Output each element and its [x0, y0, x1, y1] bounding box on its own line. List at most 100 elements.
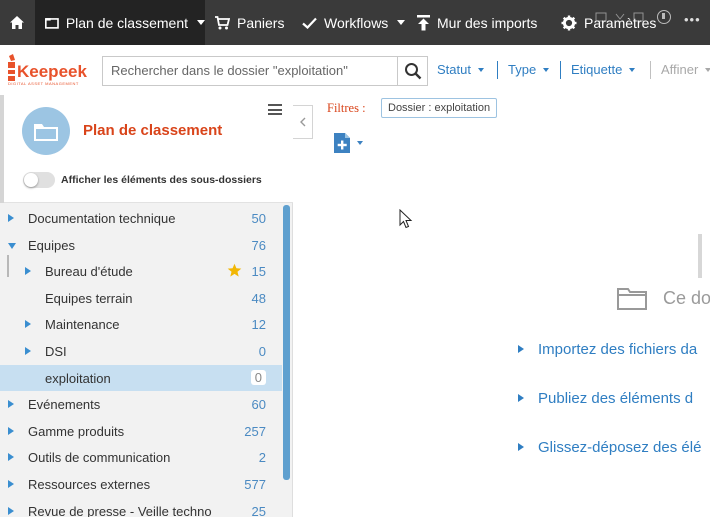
- tree-item[interactable]: Maintenance 12: [0, 311, 282, 337]
- caret-right-icon: [518, 345, 524, 353]
- filter-chip[interactable]: Dossier : exploitation: [381, 98, 498, 118]
- nav-label: Paniers: [237, 14, 285, 31]
- chevron-down-icon: [543, 67, 550, 72]
- tree-item-label: Documentation technique: [28, 211, 176, 226]
- filter-affiner[interactable]: Affiner: [661, 62, 710, 77]
- upload-icon: [417, 14, 430, 30]
- sidebar-title: Plan de classement: [83, 122, 223, 139]
- tree-item[interactable]: Gamme produits 257: [0, 418, 282, 444]
- tree-item[interactable]: Equipes 76: [0, 232, 282, 258]
- filter-etiquette[interactable]: Etiquette: [571, 62, 636, 77]
- caret-right-icon[interactable]: [8, 426, 14, 435]
- nav-label: Mur des imports: [437, 14, 538, 31]
- caret-right-icon: [518, 443, 524, 451]
- filter-statut[interactable]: Statut: [437, 62, 484, 77]
- nav-paniers[interactable]: Paniers: [214, 0, 284, 45]
- nav-mur-des-imports[interactable]: Mur des imports: [417, 0, 537, 45]
- folder-avatar: [22, 107, 70, 155]
- separator: [650, 61, 651, 79]
- folder-tree: Documentation technique 50 Equipes 76 Bureau…: [0, 205, 293, 517]
- subfolder-toggle[interactable]: [23, 172, 55, 188]
- empty-state-marker: [698, 234, 702, 278]
- tree-item-count: 15: [251, 264, 266, 280]
- chevron-down-icon: [197, 20, 205, 25]
- tree-item-count: 25: [251, 503, 266, 517]
- filters-label: Filtres :: [327, 101, 366, 115]
- filter-label: Etiquette: [571, 62, 623, 77]
- caret-right-icon[interactable]: [8, 400, 14, 409]
- svg-text:DIGITAL ASSET MANAGEMENT: DIGITAL ASSET MANAGEMENT: [8, 81, 79, 86]
- chevron-down-icon: [705, 67, 710, 72]
- window-controls-ghost: [592, 10, 652, 26]
- tree-item-label: Equipes: [28, 237, 75, 253]
- chevron-down-icon: [629, 67, 636, 72]
- folder-icon: [617, 286, 647, 315]
- keepeek-logo[interactable]: Keepeek DIGITAL ASSET MANAGEMENT: [4, 52, 90, 88]
- caret-right-icon[interactable]: [25, 347, 31, 355]
- tree-item-label: Maintenance: [45, 317, 120, 333]
- chevron-down-icon: [357, 141, 363, 145]
- tree-item-count: 50: [251, 211, 266, 226]
- tree-item-label: Evénements: [28, 397, 101, 413]
- tree-item[interactable]: Ressources externes 577: [0, 471, 282, 497]
- nav-plan-de-classement[interactable]: Plan de classement: [35, 0, 205, 45]
- gear-icon: [561, 15, 577, 30]
- home-button[interactable]: [0, 0, 34, 45]
- new-document-button[interactable]: [333, 132, 363, 154]
- caret-right-icon[interactable]: [8, 480, 14, 488]
- chevron-down-icon: [477, 67, 484, 72]
- caret-right-icon[interactable]: [8, 214, 14, 222]
- tree-item[interactable]: exploitation 0: [0, 364, 282, 391]
- mouse-cursor-icon: [399, 208, 413, 234]
- tree-item-label: Revue de presse - Veille techno: [28, 503, 212, 517]
- chevron-down-icon: [397, 20, 406, 25]
- folder-icon: [34, 123, 58, 141]
- toggle-label: Afficher les éléments des sous-dossiers: [61, 174, 262, 186]
- tree-item-label: DSI: [45, 344, 67, 359]
- tree-item-count: 0: [258, 344, 266, 359]
- caret-right-icon[interactable]: [25, 267, 31, 276]
- separator: [560, 61, 561, 79]
- tree-item-count: 60: [251, 397, 266, 413]
- tree-item-count: 577: [244, 477, 266, 492]
- tree-item[interactable]: Outils de communication 2: [0, 444, 282, 470]
- caret-right-icon[interactable]: [8, 506, 14, 515]
- caret-down-icon[interactable]: [8, 242, 16, 249]
- tree-item-label: Equipes terrain: [45, 290, 133, 306]
- tree-item[interactable]: Evénements 60: [0, 391, 282, 417]
- add-file-icon: [334, 133, 350, 153]
- filter-label: Affiner: [661, 62, 699, 77]
- caret-right-icon: [518, 394, 524, 402]
- nav-workflows[interactable]: Workflows: [302, 0, 406, 45]
- tree-item-count: 2: [258, 450, 266, 466]
- tree-item-label: Ressources externes: [28, 477, 151, 492]
- filter-label: Statut: [437, 62, 471, 77]
- nav-label: Plan de classement: [65, 14, 188, 31]
- collapse-sidebar-button[interactable]: [293, 105, 313, 139]
- check-icon: [302, 17, 317, 29]
- star-icon[interactable]: [227, 263, 242, 281]
- top-navigation-bar: Plan de classement Paniers Workflows Mur…: [0, 0, 710, 45]
- search-button[interactable]: [397, 56, 428, 86]
- caret-right-icon[interactable]: [8, 453, 14, 462]
- filter-label: Type: [508, 62, 537, 77]
- tree-item[interactable]: Documentation technique 50: [0, 205, 282, 231]
- tree-item-label: Outils de communication: [28, 450, 171, 466]
- more-icon[interactable]: •••: [684, 12, 701, 27]
- scrollbar[interactable]: [283, 205, 290, 480]
- download-icon[interactable]: [657, 10, 671, 24]
- tree-item[interactable]: DSI 0: [0, 338, 282, 364]
- caret-right-icon[interactable]: [25, 320, 31, 329]
- menu-icon[interactable]: [268, 104, 282, 115]
- search-input[interactable]: Rechercher dans le dossier "exploitation…: [102, 56, 398, 86]
- cart-icon: [215, 16, 230, 30]
- search-icon: [404, 63, 421, 80]
- tree-item-count: 76: [251, 237, 266, 253]
- chevron-left-icon: [300, 117, 306, 127]
- filter-type[interactable]: Type: [508, 62, 550, 77]
- tree-item[interactable]: Equipes terrain 48: [0, 285, 282, 311]
- tree-item-count: 0: [250, 369, 266, 385]
- tree-item[interactable]: Revue de presse - Veille techno 25: [0, 498, 282, 517]
- tree-item-count: 12: [251, 317, 266, 333]
- tree-item[interactable]: Bureau d'étude 15: [0, 258, 282, 284]
